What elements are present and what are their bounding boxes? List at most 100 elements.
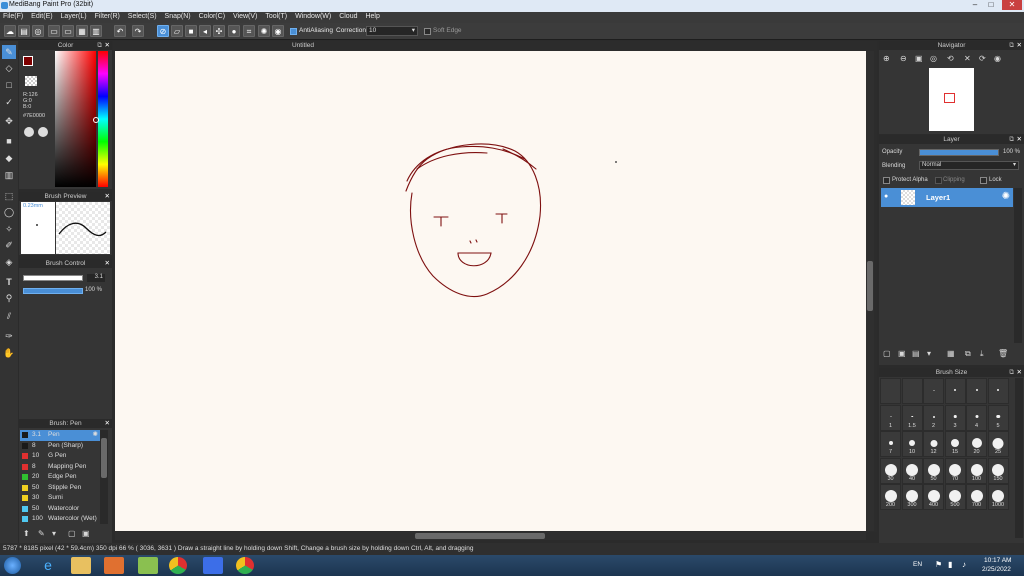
clock-time[interactable]: 10:17 AM <box>984 557 1011 564</box>
fill-icon[interactable]: ■ <box>185 25 197 37</box>
brush-size-cell[interactable] <box>966 378 987 404</box>
clipping-checkbox[interactable] <box>935 177 942 184</box>
clock-date[interactable]: 2/25/2022 <box>982 566 1011 573</box>
soft-edge-checkbox[interactable] <box>424 28 431 35</box>
palette-icon[interactable] <box>38 127 48 137</box>
close-icon[interactable]: ✕ <box>105 192 110 201</box>
select-all-icon[interactable]: ▱ <box>171 25 183 37</box>
lock-checkbox[interactable] <box>980 177 987 184</box>
brush-size-cell[interactable]: 1 <box>880 404 901 431</box>
move-tool-icon[interactable]: ✥ <box>2 114 16 128</box>
select-pen-tool-icon[interactable]: ✐ <box>2 238 16 252</box>
close-icon[interactable]: ✕ <box>105 419 110 428</box>
layout-icon[interactable]: ▥ <box>90 25 102 37</box>
menu-file[interactable]: File(F) <box>0 12 26 21</box>
copy-brush-icon[interactable]: ▢ <box>68 529 76 538</box>
brush-size-scrollbar[interactable] <box>1015 378 1023 538</box>
menu-select[interactable]: Select(S) <box>125 12 160 21</box>
brush-size-cell[interactable]: 70 <box>944 457 966 484</box>
popout-icon[interactable]: ⧉ <box>97 41 102 50</box>
eyedropper-tool-icon[interactable]: ✑ <box>2 329 16 343</box>
zoom-out-icon[interactable]: ⊖ <box>900 54 907 63</box>
menu-window[interactable]: Window(W) <box>292 12 334 21</box>
brush-item-watercolor-wet[interactable]: 100 Watercolor (Wet) <box>20 514 100 525</box>
brush-size-cell[interactable]: 12 <box>923 431 944 457</box>
scrollbar-thumb[interactable] <box>101 438 107 478</box>
brush-item-g-pen[interactable]: 10 G Pen <box>20 451 100 462</box>
network-icon[interactable]: ▮ <box>948 560 952 569</box>
zoom-in-icon[interactable]: ⊕ <box>883 54 890 63</box>
brush-size-cell[interactable]: 7 <box>880 431 901 457</box>
brush-size-cell[interactable] <box>901 378 923 404</box>
blending-select[interactable]: Normal ▾ <box>919 161 1019 170</box>
brush-size-cell[interactable]: 400 <box>923 484 944 510</box>
menu-edit[interactable]: Edit(E) <box>28 12 55 21</box>
brush-size-cell[interactable]: 40 <box>901 457 923 484</box>
brush-size-cell[interactable]: 150 <box>987 457 1009 484</box>
layer-scrollbar[interactable] <box>1014 188 1022 343</box>
select-tool-icon[interactable]: ⬚ <box>2 189 16 203</box>
layer-row[interactable]: ● Layer1 ✺ <box>881 188 1013 207</box>
start-button[interactable] <box>4 557 21 574</box>
menu-layer[interactable]: Layer(L) <box>58 12 90 21</box>
drawing-canvas[interactable] <box>115 51 866 531</box>
brush-item-pen[interactable]: 3.1 Pen ✺ <box>20 430 100 441</box>
menu-cloud[interactable]: Cloud <box>336 12 360 21</box>
delete-layer-icon[interactable]: 🗑 <box>998 349 1008 358</box>
circle-icon[interactable]: ● <box>228 25 240 37</box>
target-icon[interactable]: ◉ <box>272 25 284 37</box>
dot-tool-icon[interactable]: □ <box>2 78 16 92</box>
folder-icon[interactable]: ▣ <box>82 529 90 538</box>
saturation-value-picker[interactable] <box>55 51 96 187</box>
foreground-color-swatch[interactable] <box>23 56 33 66</box>
minimize-button[interactable]: – <box>968 0 982 10</box>
transform-icon[interactable]: ✣ <box>213 25 225 37</box>
brush-size-slider[interactable] <box>23 275 83 281</box>
menu-snap[interactable]: Snap(N) <box>162 12 194 21</box>
brush-size-cell[interactable]: 20 <box>966 431 987 457</box>
media-player-icon[interactable] <box>104 557 124 574</box>
eraser-tool-icon[interactable]: ◇ <box>2 61 16 75</box>
maximize-button[interactable]: □ <box>984 0 998 10</box>
add-brush-icon[interactable]: ⬆ <box>23 529 30 538</box>
select-none-icon[interactable]: ⊘ <box>157 25 169 37</box>
hand-tool-icon[interactable]: ✋ <box>2 346 16 360</box>
brush-size-cell[interactable]: 200 <box>880 484 901 510</box>
brush-opacity-slider[interactable] <box>23 288 83 294</box>
brush-size-cell[interactable] <box>923 378 944 404</box>
brush-size-cell[interactable]: 1000 <box>987 484 1009 510</box>
arrow-icon[interactable]: ◂ <box>199 25 211 37</box>
gear-icon[interactable]: ✺ <box>1002 191 1010 202</box>
close-icon[interactable]: ✕ <box>1017 368 1022 377</box>
gradient-tool-icon[interactable]: ▥ <box>2 168 16 182</box>
transparent-color-swatch[interactable] <box>25 76 37 86</box>
brush-size-cell[interactable]: 3 <box>944 404 966 431</box>
brush-item-stipple-pen[interactable]: 50 Stipple Pen <box>20 483 100 494</box>
fit-icon[interactable]: ▣ <box>915 54 923 63</box>
chrome-icon[interactable] <box>169 557 187 574</box>
bucket-tool-icon[interactable]: ◆ <box>2 151 16 165</box>
grid-icon[interactable]: ▦ <box>76 25 88 37</box>
flag-icon[interactable]: ⚑ <box>935 560 942 569</box>
brush-size-cell[interactable]: 2 <box>923 404 944 431</box>
menu-filter[interactable]: Filter(R) <box>92 12 123 21</box>
antialiasing-checkbox[interactable] <box>290 28 297 35</box>
select-eraser-tool-icon[interactable]: ◈ <box>2 255 16 269</box>
popout-icon[interactable]: ⧉ <box>1009 135 1014 144</box>
magic-wand-tool-icon[interactable]: ✧ <box>2 222 16 236</box>
close-icon[interactable]: ✕ <box>1017 41 1022 50</box>
zoom-icon[interactable] <box>203 557 223 574</box>
layer-opacity-slider[interactable] <box>919 149 999 156</box>
brush-size-cell[interactable]: 100 <box>966 457 987 484</box>
brush-size-cell[interactable]: 500 <box>944 484 966 510</box>
close-icon[interactable]: ✕ <box>105 41 110 50</box>
eye-icon[interactable]: ● <box>884 193 888 200</box>
menu-color[interactable]: Color(C) <box>196 12 228 21</box>
color-wheel-icon[interactable] <box>24 127 34 137</box>
brush-item-mapping-pen[interactable]: 8 Mapping Pen <box>20 462 100 473</box>
brush-size-cell[interactable] <box>944 378 966 404</box>
app-icon[interactable] <box>138 557 158 574</box>
rotate-left-icon[interactable]: ⟲ <box>947 54 954 63</box>
panel2-icon[interactable]: ▭ <box>62 25 74 37</box>
menu-view[interactable]: View(V) <box>230 12 260 21</box>
